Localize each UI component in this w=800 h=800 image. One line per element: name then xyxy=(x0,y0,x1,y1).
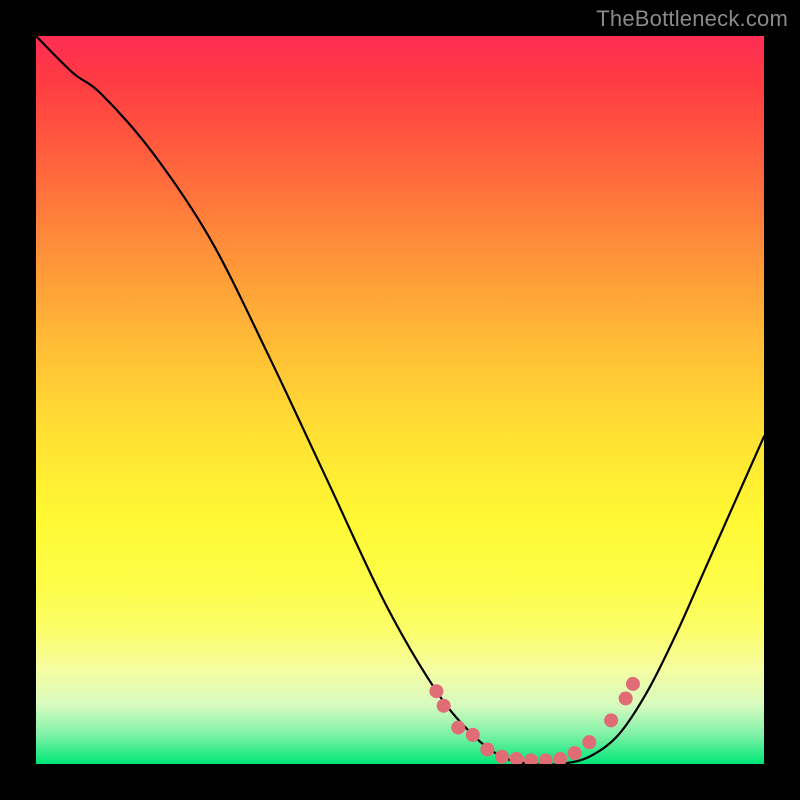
dot-marker xyxy=(509,752,523,764)
dot-marker xyxy=(619,691,633,705)
dot-marker xyxy=(466,728,480,742)
dot-marker xyxy=(451,721,465,735)
dot-marker xyxy=(568,746,582,760)
dot-marker xyxy=(495,750,509,764)
dot-marker xyxy=(626,677,640,691)
watermark-text: TheBottleneck.com xyxy=(596,6,788,32)
dot-marker xyxy=(429,684,443,698)
bottleneck-curve xyxy=(36,36,764,764)
dot-marker xyxy=(524,753,538,764)
dot-marker xyxy=(582,735,596,749)
bottleneck-curve-svg xyxy=(36,36,764,764)
dot-marker xyxy=(480,742,494,756)
dot-marker xyxy=(539,753,553,764)
outer-frame: TheBottleneck.com xyxy=(0,0,800,800)
dot-markers xyxy=(429,677,640,764)
dot-marker xyxy=(437,699,451,713)
dot-marker xyxy=(604,713,618,727)
plot-area xyxy=(36,36,764,764)
dot-marker xyxy=(553,752,567,764)
